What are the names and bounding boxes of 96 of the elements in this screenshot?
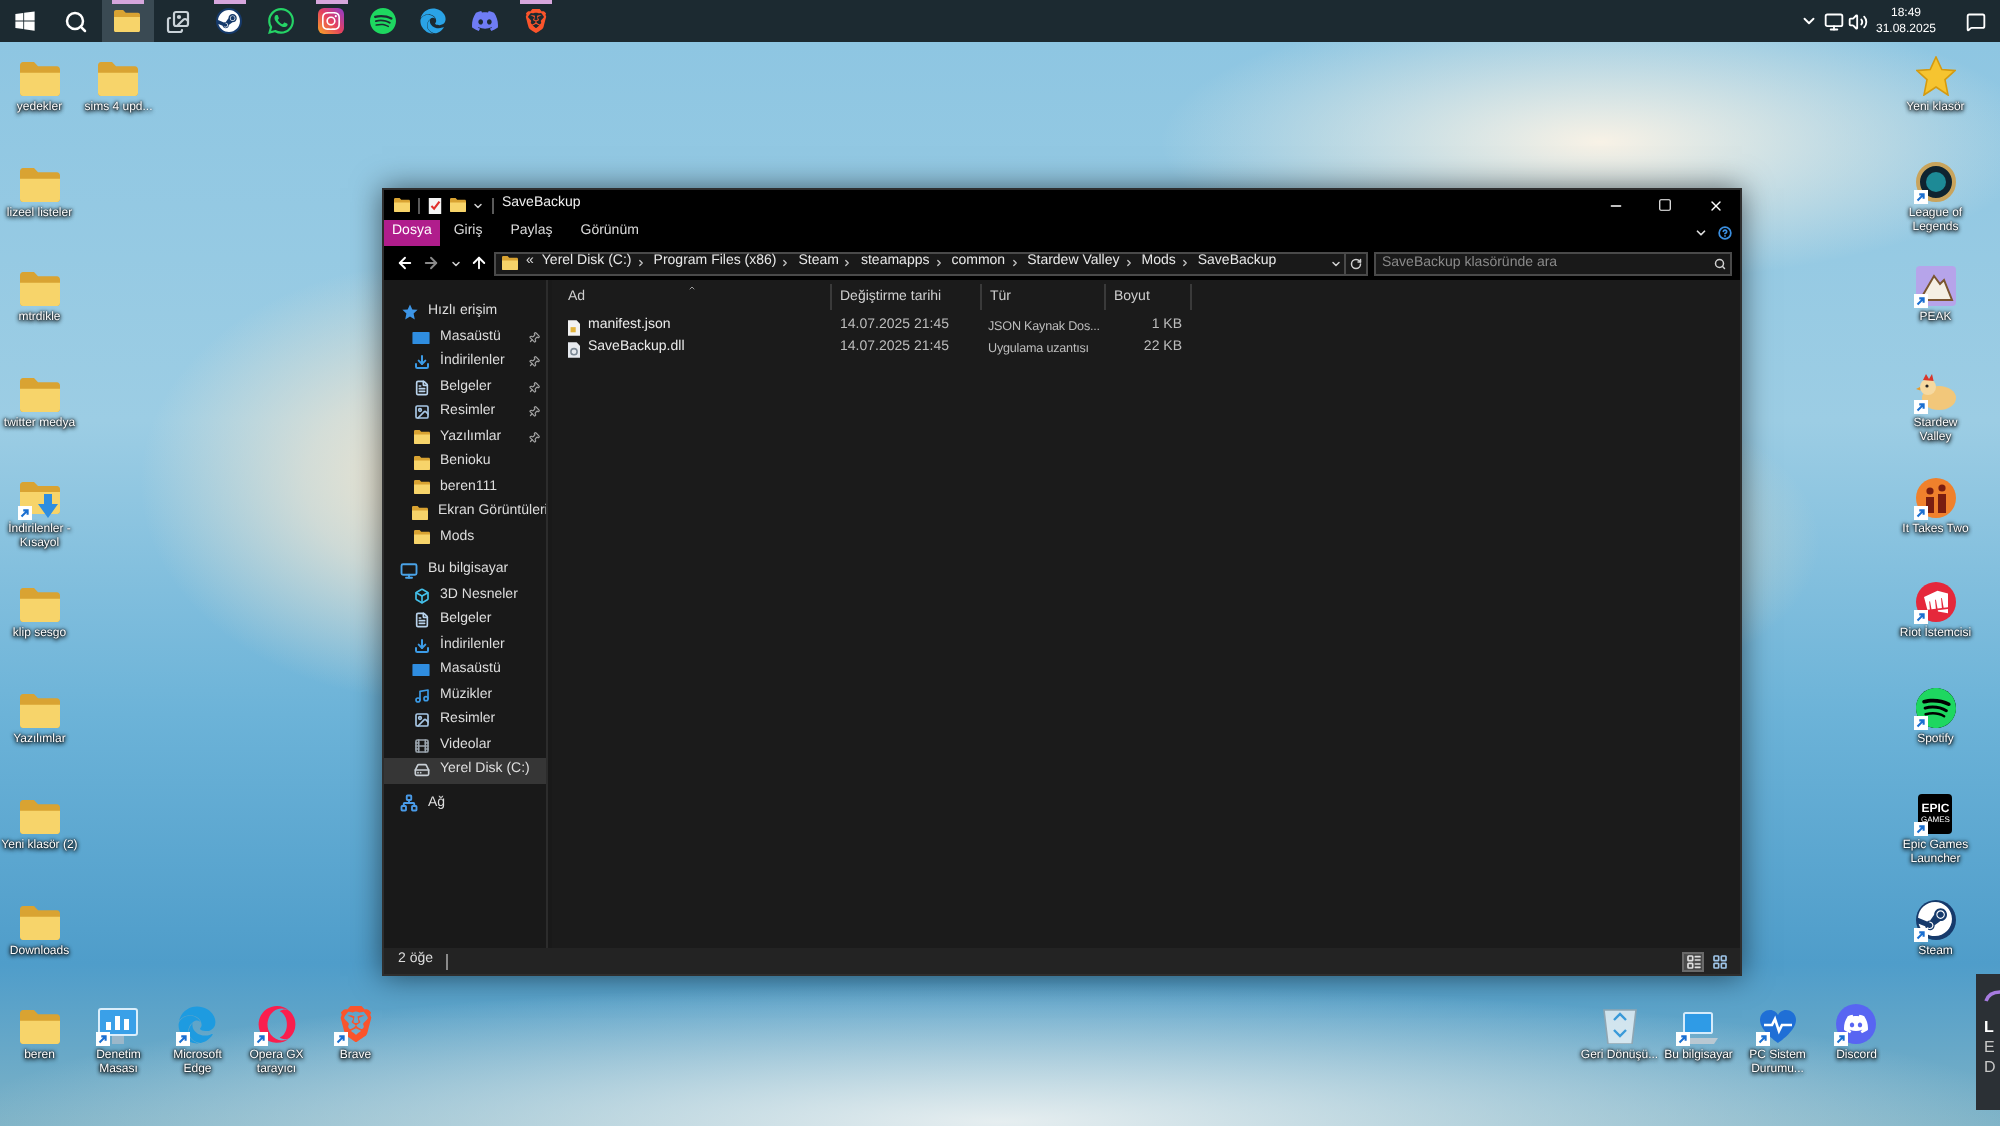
spotify-icon xyxy=(1915,688,1956,729)
heart-pulse-icon xyxy=(1757,1008,1798,1045)
screen-icon xyxy=(412,331,430,344)
ring-emblem-icon xyxy=(1915,161,1956,202)
brave-icon xyxy=(337,1004,374,1045)
film-icon xyxy=(413,737,429,754)
toast-text: L xyxy=(1984,1018,1996,1038)
chevron-right-icon xyxy=(635,258,646,268)
folder-icon xyxy=(413,430,429,445)
screen-icon xyxy=(412,664,430,677)
icons-view-icon xyxy=(1711,953,1727,969)
discord-icon xyxy=(1836,1004,1877,1045)
chevron-down-icon xyxy=(449,257,461,269)
view-toggle-button[interactable] xyxy=(1708,951,1730,971)
details-view-icon xyxy=(1685,953,1701,969)
new-folder-icon xyxy=(450,198,466,212)
refresh-icon xyxy=(1350,257,1362,269)
chevron-down-icon xyxy=(1329,257,1341,269)
laptop-icon xyxy=(1678,1012,1719,1045)
folder-icon xyxy=(413,530,429,545)
edge-icon xyxy=(178,1006,217,1045)
folder-icon xyxy=(98,62,139,96)
chevron-right-icon xyxy=(842,258,853,268)
arrow-up-icon xyxy=(469,254,487,272)
maximize-icon xyxy=(1658,198,1672,212)
arc-icon xyxy=(1984,990,2000,1002)
chevron-right-icon xyxy=(780,258,791,268)
folder-icon xyxy=(19,1010,60,1045)
close-icon xyxy=(1707,197,1723,213)
computer-icon xyxy=(400,561,418,580)
folder-icon xyxy=(502,256,518,270)
download-arrow-icon xyxy=(413,637,429,654)
chevron-right-icon xyxy=(1179,258,1190,268)
folder-icon xyxy=(413,455,429,470)
folder-icon xyxy=(19,62,60,96)
folder-icon xyxy=(19,272,60,307)
monitor-chart-icon xyxy=(98,1008,139,1045)
instagram-icon xyxy=(318,8,345,34)
folder-icon xyxy=(19,905,60,939)
toast-text: D xyxy=(1984,1058,1998,1078)
steam-icon xyxy=(1915,899,1956,939)
chevron-right-icon xyxy=(933,258,944,268)
edge-icon xyxy=(420,8,447,34)
help-icon[interactable] xyxy=(1718,226,1732,240)
download-folder-icon xyxy=(19,481,60,518)
notification-icon[interactable] xyxy=(1966,11,1986,31)
picture-icon xyxy=(413,712,429,729)
whatsapp-icon xyxy=(267,8,294,34)
folder-icon xyxy=(413,480,429,495)
search-icon xyxy=(64,9,89,33)
folder-icon xyxy=(19,378,60,413)
mountain-icon xyxy=(1915,266,1956,307)
spotify-icon xyxy=(369,8,396,34)
chevron-down-icon[interactable] xyxy=(1800,12,1818,30)
windows-logo-icon xyxy=(14,10,37,32)
music-note-icon xyxy=(413,687,429,704)
document-icon xyxy=(413,612,429,629)
recycle-bin-icon xyxy=(1601,1004,1638,1045)
toast-text: E xyxy=(1984,1038,1997,1058)
dropdown-caret-icon[interactable] xyxy=(472,199,484,211)
star-icon xyxy=(1915,56,1956,96)
star-icon xyxy=(401,304,417,321)
properties-icon[interactable] xyxy=(428,197,442,213)
search-icon xyxy=(1714,257,1726,269)
refresh-button[interactable] xyxy=(1346,253,1366,273)
discord-icon xyxy=(471,8,498,34)
download-arrow-icon xyxy=(413,354,429,371)
steam-icon xyxy=(216,8,243,34)
fist-logo-icon xyxy=(1915,582,1956,623)
chevron-right-icon xyxy=(1123,258,1134,268)
folder-icon xyxy=(412,505,428,520)
folder-icon xyxy=(394,198,410,212)
chevron-right-icon xyxy=(1009,258,1020,268)
arrow-right-icon xyxy=(422,254,440,272)
file-icon xyxy=(568,341,580,357)
document-icon xyxy=(413,379,429,396)
monitor-icon[interactable] xyxy=(1824,11,1844,31)
opera-icon xyxy=(257,1006,296,1045)
network-icon xyxy=(400,794,418,813)
two-figures-icon xyxy=(1915,477,1956,518)
images-icon xyxy=(166,9,191,33)
folder-icon xyxy=(19,167,60,202)
file-explorer-button[interactable] xyxy=(102,0,153,42)
expand-ribbon-icon[interactable] xyxy=(1694,226,1708,240)
folder-icon xyxy=(114,10,141,32)
cube-icon xyxy=(413,587,429,604)
folder-icon xyxy=(19,694,60,729)
folder-icon xyxy=(19,588,60,623)
file-icon xyxy=(568,319,580,335)
picture-icon xyxy=(413,404,429,421)
volume-icon[interactable] xyxy=(1848,11,1868,31)
drive-icon xyxy=(413,762,429,779)
folder-icon xyxy=(19,799,60,834)
arrow-left-icon xyxy=(396,254,414,272)
view-toggle-button[interactable] xyxy=(1682,951,1704,971)
brave-icon xyxy=(523,8,548,34)
